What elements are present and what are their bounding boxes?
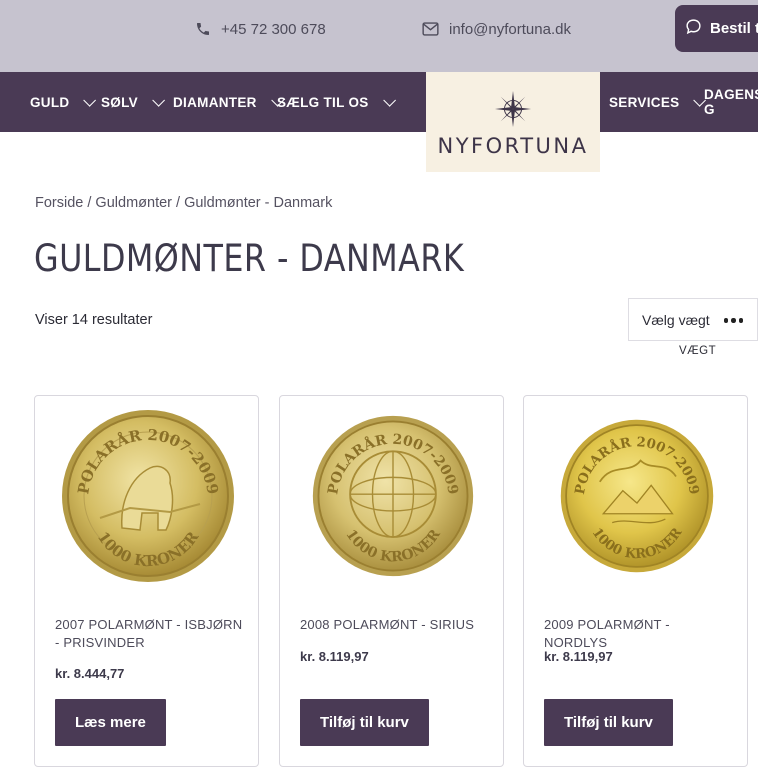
product-card[interactable]: POLARÅR 2007-2009 1000 KRONER 2008 POLAR… (279, 395, 504, 767)
order-button-label: Bestil t (710, 20, 758, 37)
top-bar: +45 72 300 678 info@nyfortuna.dk Bestil … (0, 0, 758, 72)
northern-lights-coin-icon: POLARÅR 2007-2009 1000 KRONER (560, 419, 713, 573)
polar-bear-coin-icon: POLARÅR 2007-2009 1000 KRONER (61, 410, 234, 582)
page-title: GULDMØNTER - DANMARK (34, 237, 465, 280)
read-more-button[interactable]: Læs mere (55, 699, 166, 746)
order-button[interactable]: Bestil t (675, 5, 758, 52)
globe-coin-icon: POLARÅR 2007-2009 1000 KRONER (312, 415, 473, 577)
results-count: Viser 14 resultater (35, 312, 153, 328)
chevron-down-icon (83, 93, 97, 107)
breadcrumb[interactable]: Forside / Guldmønter / Guldmønter - Danm… (35, 195, 332, 211)
logo-wordmark: NYFORTUNA (437, 134, 589, 158)
product-price: kr. 8.119,97 (544, 649, 613, 664)
email-contact[interactable]: info@nyfortuna.dk (422, 0, 571, 58)
email-address: info@nyfortuna.dk (449, 20, 571, 38)
product-price: kr. 8.119,97 (300, 649, 369, 664)
nav-item-label: GULD (30, 94, 70, 110)
nav-item-diamanter[interactable]: DIAMANTER (173, 72, 284, 132)
product-price: kr. 8.444,77 (55, 666, 125, 681)
weight-select[interactable]: Vælg vægt (628, 298, 758, 341)
nav-item-dagens[interactable]: DAGENS G (704, 72, 758, 132)
phone-number: +45 72 300 678 (221, 20, 326, 38)
nav-item-guld[interactable]: GULD (30, 72, 97, 132)
more-dots-icon (723, 318, 743, 323)
nav-item-label: SÆLG TIL OS (277, 94, 369, 110)
product-image[interactable]: POLARÅR 2007-2009 1000 KRONER (35, 396, 260, 596)
product-title[interactable]: 2008 POLARMØNT - SIRIUS (300, 616, 490, 634)
weight-select-value: Vælg vægt (642, 311, 710, 328)
nav-item-services[interactable]: SERVICES (609, 72, 707, 132)
chevron-down-icon (382, 93, 396, 107)
site-logo[interactable]: NYFORTUNA (426, 72, 600, 172)
nav-item-soelv[interactable]: SØLV (101, 72, 165, 132)
nav-item-label: SØLV (101, 94, 138, 110)
main-nav: GULD SØLV DIAMANTER SÆLG TIL OS SERVICES… (0, 72, 758, 132)
phone-contact[interactable]: +45 72 300 678 (195, 0, 326, 58)
product-title[interactable]: 2009 POLARMØNT - NORDLYS (544, 616, 734, 652)
product-image[interactable]: POLARÅR 2007-2009 1000 KRONER (524, 396, 749, 596)
add-to-cart-button[interactable]: Tilføj til kurv (544, 699, 673, 746)
nav-item-label: SERVICES (609, 94, 680, 110)
nav-item-saelg-til-os[interactable]: SÆLG TIL OS (277, 72, 396, 132)
phone-icon (195, 21, 211, 37)
product-card[interactable]: POLARÅR 2007-2009 1000 KRONER 2009 POLAR… (523, 395, 748, 767)
product-image[interactable]: POLARÅR 2007-2009 1000 KRONER (280, 396, 505, 596)
envelope-icon (422, 22, 439, 36)
product-title[interactable]: 2007 POLARMØNT - ISBJØRN - PRISVINDER (55, 616, 245, 652)
weight-filter-label: VÆGT (679, 345, 717, 357)
chat-bubble-icon (685, 18, 702, 39)
nav-item-label: DIAMANTER (173, 94, 257, 110)
add-to-cart-button[interactable]: Tilføj til kurv (300, 699, 429, 746)
product-card[interactable]: POLARÅR 2007-2009 1000 KRONER 2007 POLAR… (34, 395, 259, 767)
nav-item-label: DAGENS G (704, 87, 758, 117)
chevron-down-icon (152, 93, 165, 107)
compass-star-icon (494, 90, 532, 128)
